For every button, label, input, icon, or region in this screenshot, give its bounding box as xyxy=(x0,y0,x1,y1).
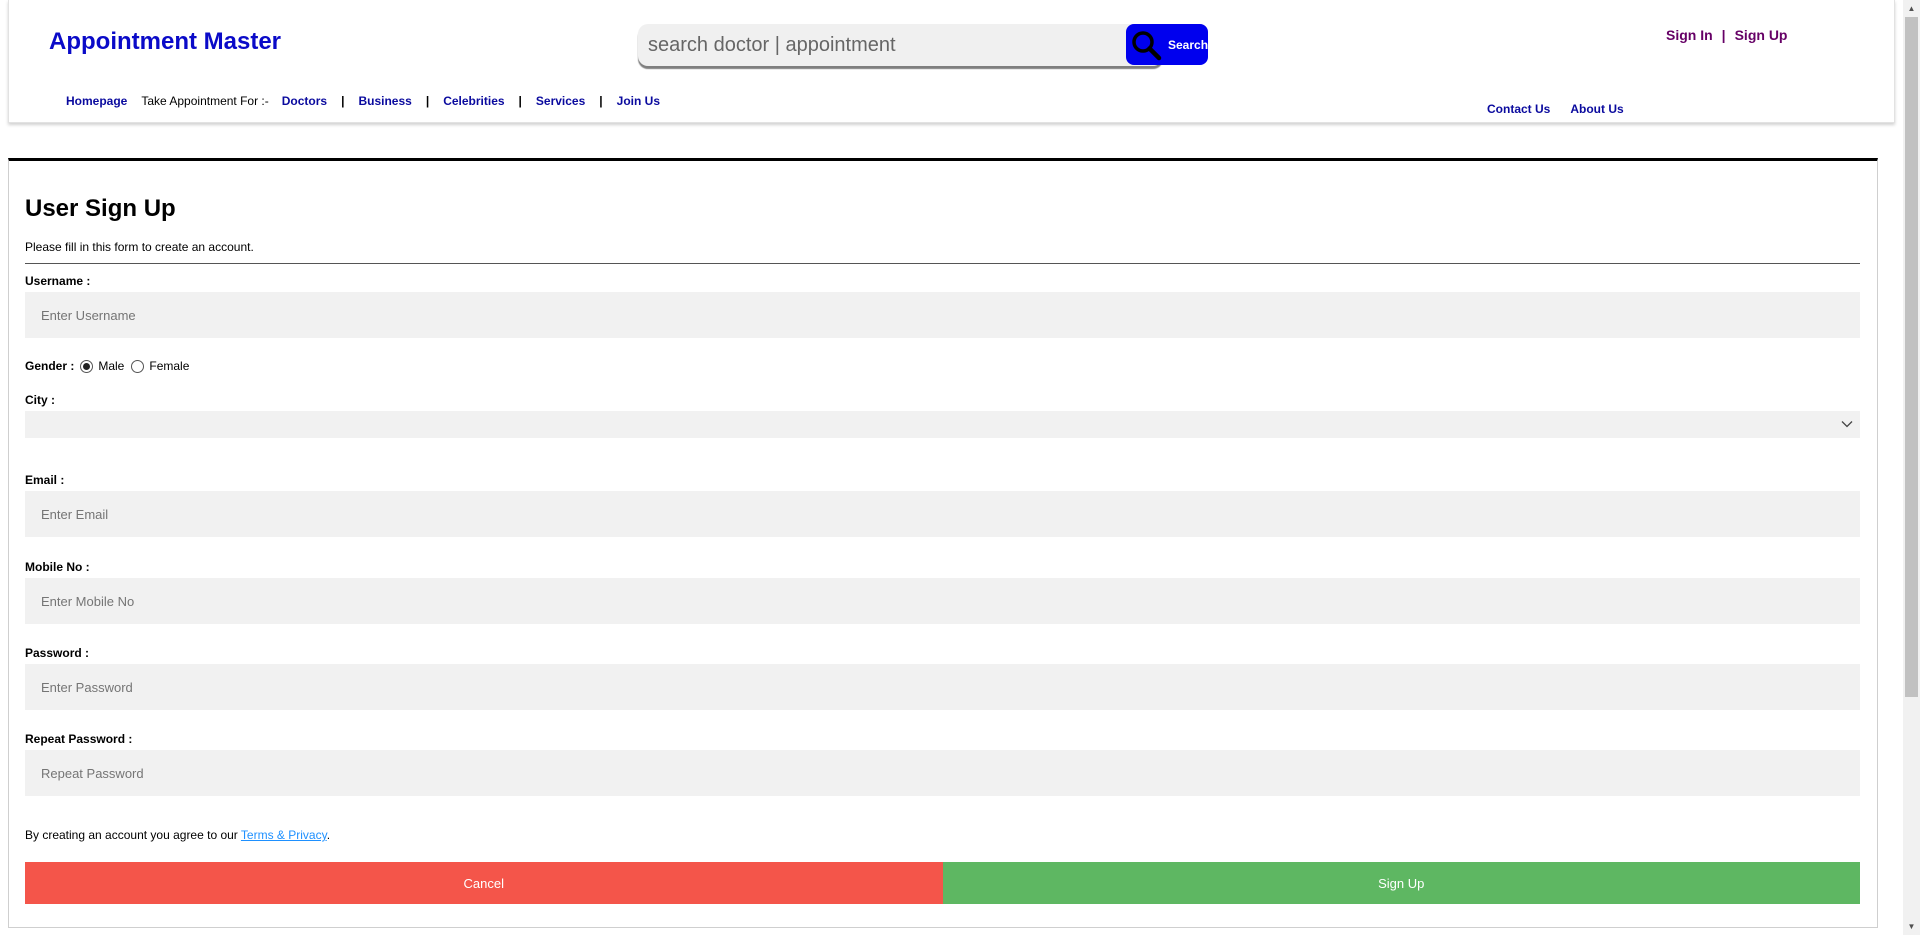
nav-homepage[interactable]: Homepage xyxy=(66,94,127,108)
scroll-up-arrow-icon[interactable]: ▲ xyxy=(1903,0,1920,17)
username-label: Username : xyxy=(25,274,91,288)
nav-join-us[interactable]: Join Us xyxy=(617,94,660,108)
gender-group: Gender : Male Female xyxy=(25,359,196,373)
email-label: Email : xyxy=(25,473,65,487)
form-divider xyxy=(25,263,1860,264)
terms-prefix: By creating an account you agree to our xyxy=(25,828,241,842)
nav-doctors[interactable]: Doctors xyxy=(282,94,327,108)
form-actions: Cancel Sign Up xyxy=(25,862,1860,904)
password-label: Password : xyxy=(25,646,90,660)
gender-male-radio[interactable] xyxy=(80,359,94,373)
site-header: Appointment Master Search Sign In | Sign U… xyxy=(8,0,1895,123)
auth-links: Sign In | Sign Up xyxy=(1666,27,1787,43)
sign-up-button[interactable]: Sign Up xyxy=(942,862,1860,904)
city-label: City : xyxy=(25,393,55,407)
city-select[interactable] xyxy=(25,411,1860,438)
chevron-down-icon xyxy=(1840,417,1854,431)
page-scrollbar[interactable]: ▲ ▼ xyxy=(1903,0,1920,935)
nav-separator: | xyxy=(599,94,603,108)
gender-female-label: Female xyxy=(149,359,190,373)
search-bar: Search xyxy=(638,24,1208,66)
sign-in-link[interactable]: Sign In xyxy=(1666,27,1713,43)
nav-services[interactable]: Services xyxy=(536,94,585,108)
nav-celebrities[interactable]: Celebrities xyxy=(443,94,504,108)
scroll-down-arrow-icon[interactable]: ▼ xyxy=(1903,918,1920,935)
auth-separator: | xyxy=(1721,27,1726,43)
email-input[interactable] xyxy=(25,491,1860,537)
signup-form-card: User Sign Up Please fill in this form to… xyxy=(8,158,1878,928)
gender-female-radio[interactable] xyxy=(131,359,145,373)
scrollbar-thumb[interactable] xyxy=(1905,17,1918,697)
repeat-password-label: Repeat Password : xyxy=(25,732,133,746)
nav-separator: | xyxy=(518,94,522,108)
password-input[interactable] xyxy=(25,664,1860,710)
search-button-label: Search xyxy=(1168,37,1209,52)
terms-privacy-link[interactable]: Terms & Privacy xyxy=(241,828,327,842)
search-input[interactable] xyxy=(638,24,1163,66)
mobile-label: Mobile No : xyxy=(25,560,90,574)
nav-about-us[interactable]: About Us xyxy=(1570,102,1623,116)
page-title: User Sign Up xyxy=(25,195,176,222)
nav-contact-us[interactable]: Contact Us xyxy=(1487,102,1550,116)
repeat-password-input[interactable] xyxy=(25,750,1860,796)
main-nav: Homepage Take Appointment For :- Doctors… xyxy=(66,94,660,108)
nav-separator: | xyxy=(425,94,430,108)
gender-label: Gender : xyxy=(25,359,75,373)
mobile-input[interactable] xyxy=(25,578,1860,624)
nav-take-appointment-label: Take Appointment For :- xyxy=(141,94,269,108)
username-input[interactable] xyxy=(25,292,1860,338)
site-logo[interactable]: Appointment Master xyxy=(49,28,281,56)
terms-text: By creating an account you agree to our … xyxy=(25,828,330,842)
search-button[interactable]: Search xyxy=(1126,24,1208,65)
nav-business[interactable]: Business xyxy=(358,94,411,108)
search-icon xyxy=(1130,29,1162,61)
form-subtitle: Please fill in this form to create an ac… xyxy=(25,240,254,254)
secondary-nav: Contact Us About Us xyxy=(1487,102,1624,116)
terms-suffix: . xyxy=(326,828,331,842)
nav-separator: | xyxy=(341,94,345,108)
sign-up-link[interactable]: Sign Up xyxy=(1735,27,1788,43)
gender-male-label: Male xyxy=(98,359,125,373)
cancel-button[interactable]: Cancel xyxy=(25,862,943,904)
